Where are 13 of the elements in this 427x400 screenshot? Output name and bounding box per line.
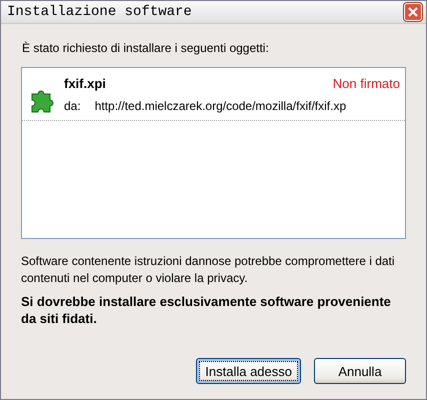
source-url: http://ted.mielczarek.org/code/mozilla/fxif/fxif.xp (94, 99, 346, 113)
advice-text: Si dovrebbe installare esclusivamente software proveniente da siti fidati. (21, 293, 392, 327)
file-name: fxif.xpi (64, 76, 106, 91)
status-label: Non firmato (332, 76, 400, 91)
cancel-button[interactable]: Annulla (314, 358, 406, 384)
list-item[interactable]: fxif.xpi Non firmato da: http://ted.mielczarek.org/code/mozilla/fxif/fxif.xp (22, 68, 405, 121)
source-label: da: (64, 99, 81, 113)
close-button[interactable] (404, 3, 422, 21)
warning-text: Software contenente istruzioni dannose potrebbe compromettere i dati contenuti nel computer o violare la privacy. (21, 253, 396, 287)
install-button[interactable]: Installa adesso (196, 358, 301, 384)
window-title: Installazione software (7, 4, 192, 20)
close-icon (408, 7, 418, 17)
intro-text: È stato richiesto di installare i seguenti oggetti: (22, 41, 270, 55)
